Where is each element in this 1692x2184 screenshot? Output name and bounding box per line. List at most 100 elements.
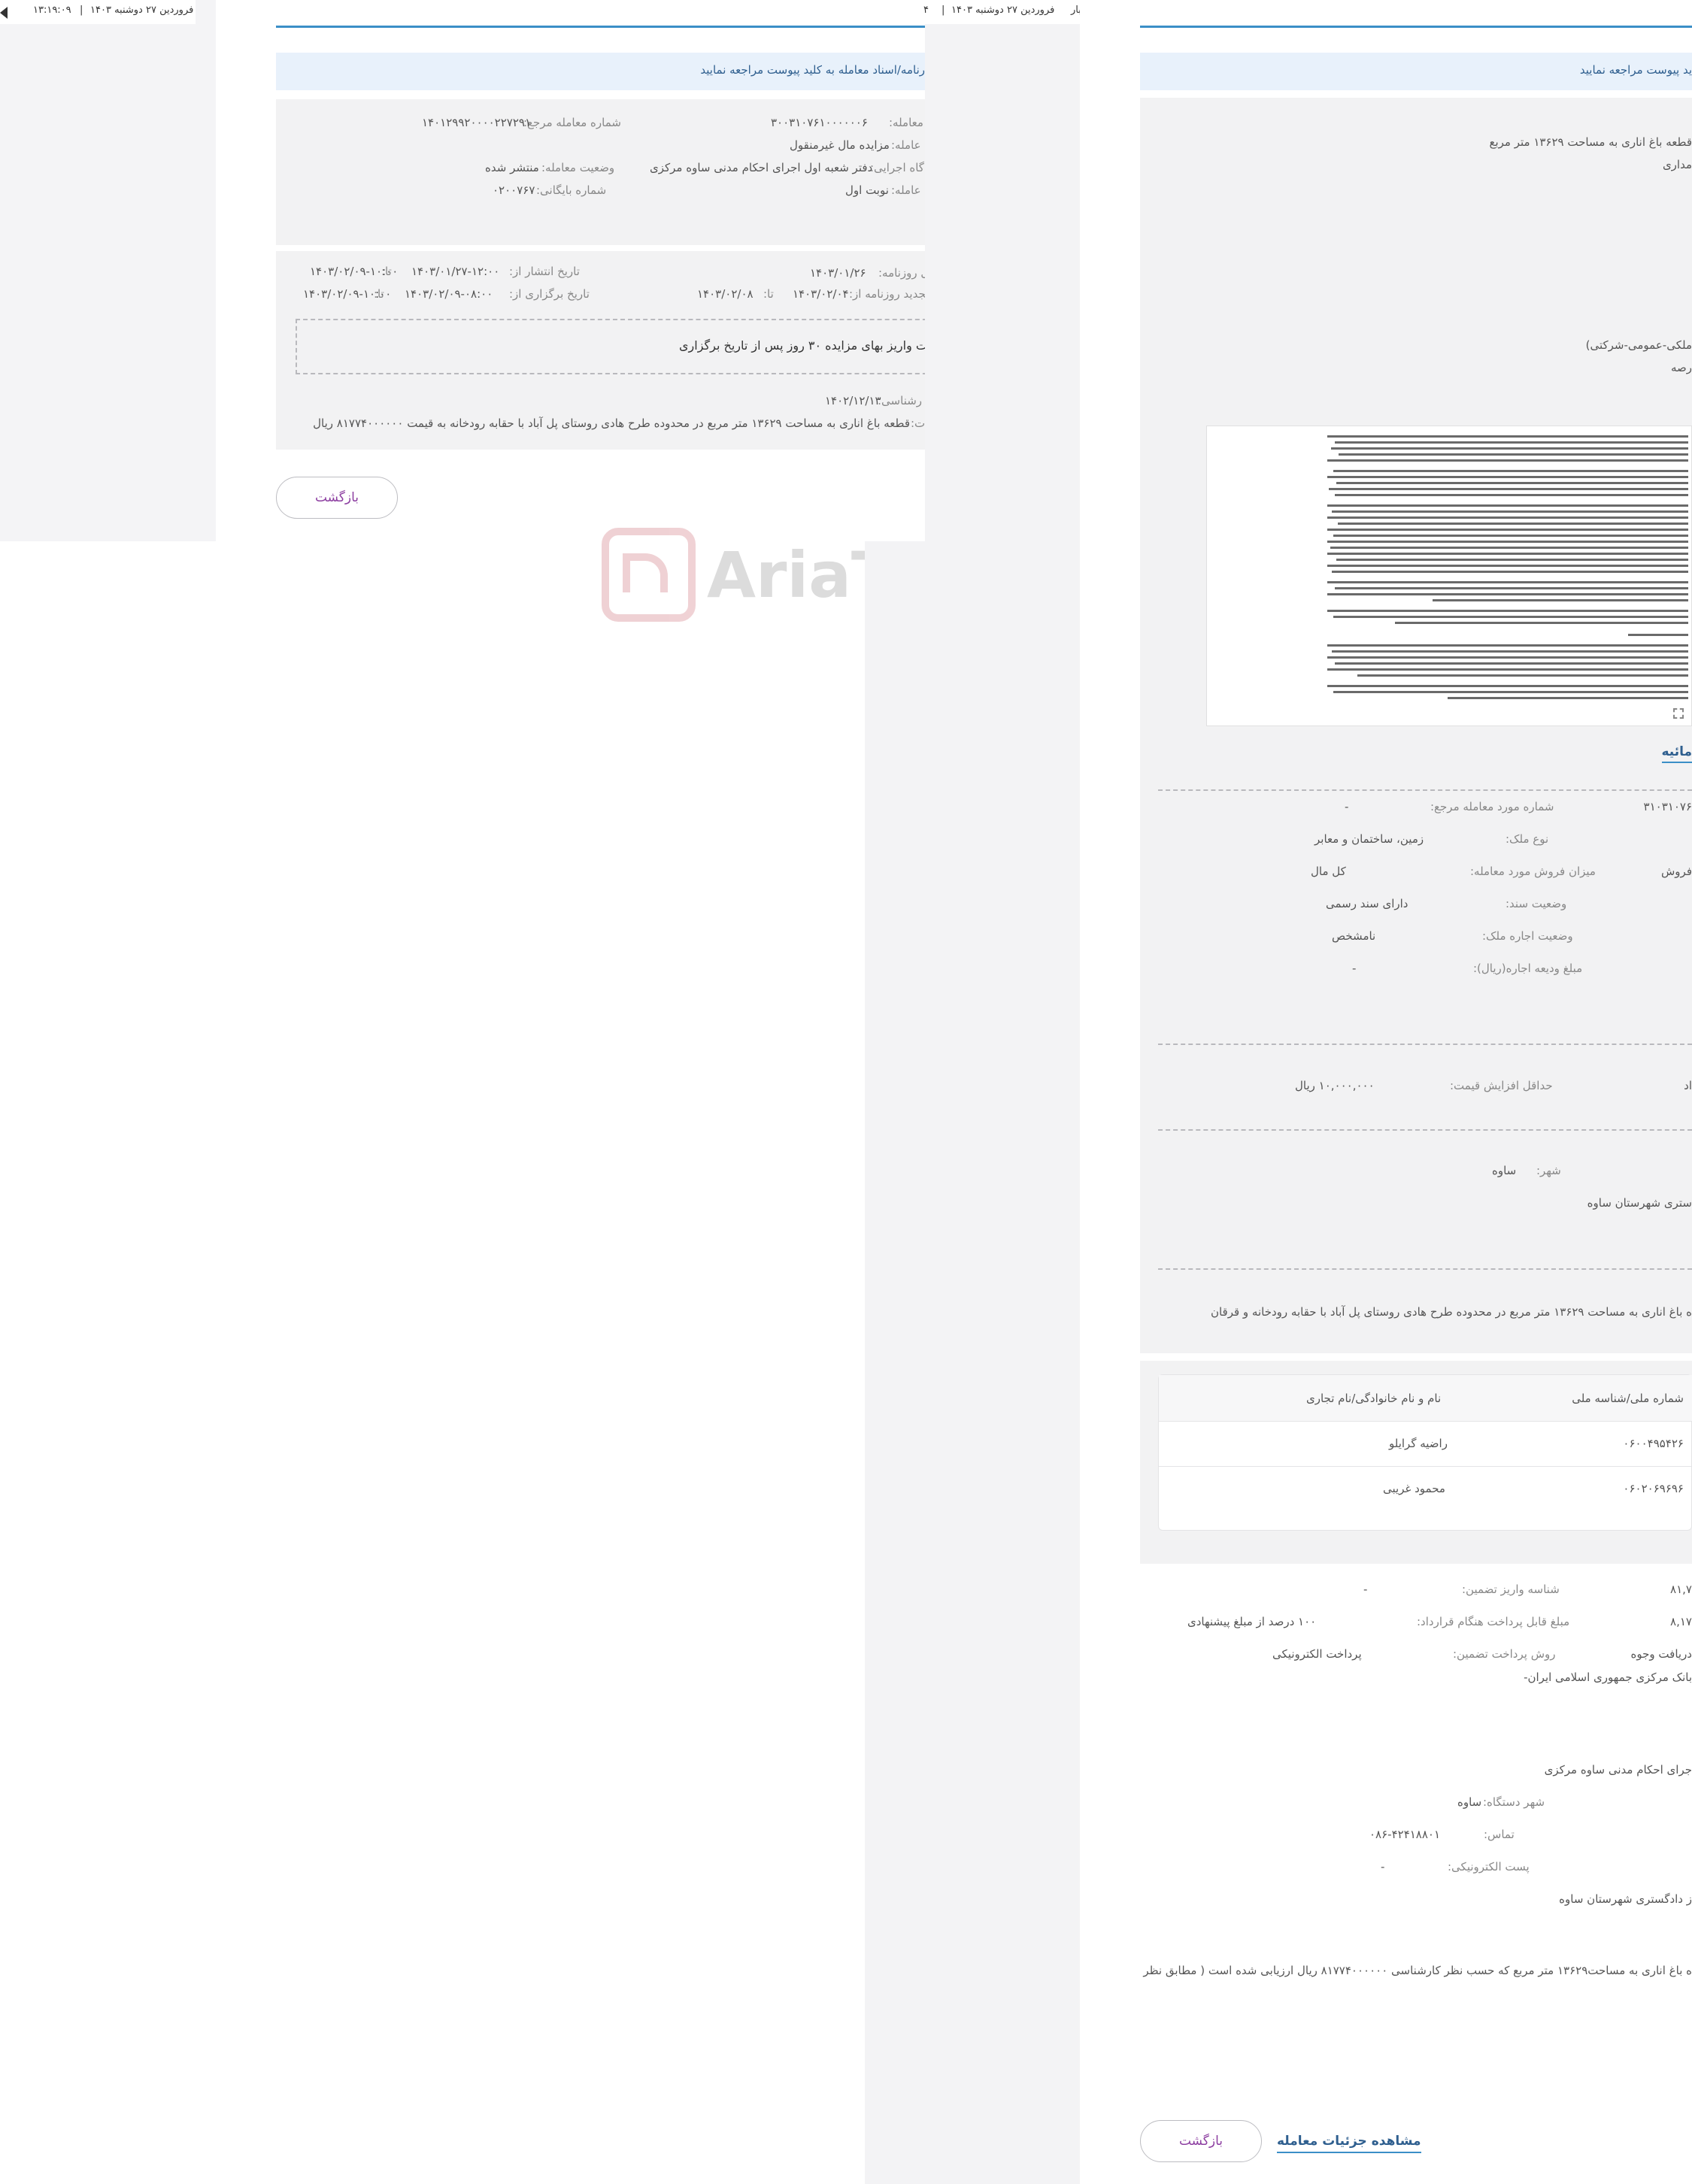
- dates-panel: گهی روزنامه: ۱۴۰۳/۰۱/۲۶ تاریخ انتشار از:…: [276, 251, 925, 450]
- deposit-label: مبلغ ودیعه اجاره(ریال):: [1473, 962, 1583, 975]
- email-value: -: [1381, 1860, 1385, 1874]
- notice-bar: رنامه/اسناد معامله به کلید پیوست مراجعه …: [276, 53, 925, 90]
- middle-topbar-trail: ۴: [923, 5, 929, 16]
- table-row: ۰۶۰۲۰۶۹۶۹۶ محمود غریبی: [1159, 1467, 1692, 1512]
- cell-name: راضیه گرایلو: [1389, 1437, 1448, 1450]
- deal-label: معامله:: [889, 116, 923, 129]
- doc-status-label: وضعیت سند:: [1506, 897, 1567, 910]
- middle-page: رنامه/اسناد معامله به کلید پیوست مراجعه …: [216, 0, 925, 541]
- renew-to-label: تا:: [763, 287, 774, 301]
- amount-value: کل مال: [1311, 865, 1346, 878]
- org-label: گاه اجرایی:: [870, 161, 924, 174]
- renew-to: ۱۴۰۳/۰۲/۰۸: [697, 287, 754, 301]
- home-icon[interactable]: [0, 7, 8, 19]
- ref-item-value: -: [1345, 800, 1349, 813]
- ref-item-label: شماره مورد معامله مرجع:: [1430, 800, 1554, 813]
- receive-cut: دریافت وجوه: [1630, 1647, 1692, 1661]
- guarantee-id-label: شناسه واریز تضمین:: [1462, 1583, 1560, 1596]
- cell-national-id: ۰۶۰۲۰۶۹۶۹۶: [1623, 1482, 1684, 1495]
- divider-4: [1158, 1268, 1692, 1270]
- archive-label: شماره بایگانی:: [536, 183, 607, 197]
- property-type-value: زمین، ساختمان و معابر: [1314, 832, 1424, 846]
- right-notice-text: ید پیوست مراجعه نمایید: [1579, 63, 1692, 77]
- email-label: پست الکترونیکی:: [1448, 1860, 1530, 1874]
- hold-label: تاریخ برگزاری از:: [509, 287, 590, 301]
- amount-label: میزان فروش مورد معامله:: [1470, 865, 1596, 878]
- right-top-rule: [1140, 26, 1692, 28]
- archive-value: ۰۲۰۰۷۶۷: [493, 183, 535, 197]
- pub-to: ۱۴۰۳/۰۲/۰۹-۱۰:۰۰: [310, 265, 399, 278]
- right-notice-bar: ید پیوست مراجعه نمایید: [1140, 53, 1692, 90]
- left-topbar-time: ۱۳:۱۹:۰۹: [33, 5, 71, 16]
- left-topbar-sep: |: [80, 5, 83, 16]
- bank-cut: بانک مرکزی جمهوری اسلامی ایران-: [1524, 1671, 1692, 1684]
- payment-cut: ۸,۱۷: [1670, 1615, 1692, 1628]
- left-topbar-date: فروردین ۲۷ دوشنبه ۱۴۰۳: [90, 5, 194, 16]
- deposit-value: -: [1352, 962, 1357, 975]
- deal-value: ۳۰۰۳۱۰۷۶۱۰۰۰۰۰۰۶: [771, 116, 868, 129]
- notice-text: رنامه/اسناد معامله به کلید پیوست مراجعه …: [700, 63, 925, 77]
- deadline-text: مهلت واریز بهای مزایده ۳۰ روز پس از تاری…: [679, 338, 925, 353]
- expert-label: رشناسی:: [878, 394, 923, 407]
- intro-line2: مداری: [1662, 158, 1692, 171]
- table-row: ۰۶۰۰۴۹۵۴۲۶ راضیه گرایلو: [1159, 1422, 1692, 1467]
- back-button[interactable]: بازگشت: [276, 477, 398, 519]
- org-value: دفتر شعبه اول اجرای احکام مدنی ساوه مرکز…: [650, 161, 873, 174]
- turn-label: عامله:: [891, 183, 921, 197]
- middle-topbar-date: فروردین ۲۷ دوشنبه ۱۴۰۳: [951, 5, 1055, 16]
- guarantee-cut: ۸۱,۷: [1670, 1583, 1692, 1596]
- final-note: ه باغ اناری به مساحت۱۳۶۲۹ متر مربع که حس…: [1143, 1964, 1692, 1977]
- property-type-label: نوع ملک:: [1506, 832, 1549, 846]
- sale-cut: فروش: [1660, 865, 1692, 878]
- document-text-lines: [1327, 435, 1688, 699]
- renew-from: ۱۴۰۳/۰۲/۰۴: [793, 287, 849, 301]
- left-page-strip: [0, 0, 216, 541]
- ref-value: ۱۴۰۱۲۹۹۲۰۰۰۰۲۲۷۲۹۱: [422, 116, 532, 129]
- hold-to: ۱۴۰۳/۰۲/۰۹-۱۰:۰۰: [303, 287, 392, 301]
- divider-3: [1158, 1129, 1692, 1131]
- category-line1: ملکی-عمومی-شرکتی): [1585, 338, 1692, 352]
- status-value: منتشر شده: [485, 161, 539, 174]
- lease-status-value: نامشخص: [1332, 929, 1376, 943]
- method-label: روش پرداخت تضمین:: [1453, 1647, 1556, 1661]
- dad-cut: اد: [1684, 1079, 1692, 1092]
- divider-1: [1158, 789, 1692, 791]
- phone-value: ۰۸۶-۴۲۴۱۸۸۰۱: [1369, 1828, 1441, 1841]
- hold-from: ۱۴۰۳/۰۲/۰۹-۰۸:۰۰: [405, 287, 493, 301]
- payment-label: مبلغ قابل پرداخت هنگام قرارداد:: [1417, 1615, 1570, 1628]
- right-back-button[interactable]: بازگشت: [1140, 2120, 1262, 2162]
- document-preview-image[interactable]: [1206, 426, 1692, 726]
- section-title-underline: [1662, 762, 1692, 763]
- lease-status-label: وضعیت اجاره ملک:: [1482, 929, 1573, 943]
- deal-details-link[interactable]: مشاهده جزئیات معامله: [1277, 2134, 1421, 2153]
- pub-from: ۱۴۰۳/۰۱/۲۷-۱۲:۰۰: [411, 265, 500, 278]
- section-gap-1: [1140, 1564, 1692, 1565]
- court2-cut: ز دادگستری شهرستان ساوه: [1559, 1892, 1692, 1906]
- cell-name: محمود غریبی: [1383, 1482, 1445, 1495]
- section-gap-3: [1140, 1943, 1692, 1944]
- table-header: شماره ملی/شناسه ملی نام و نام خانوادگی/ن…: [1159, 1375, 1692, 1422]
- middle-topbar-sep: |: [942, 5, 945, 16]
- divider-2: [1158, 1044, 1692, 1045]
- type-value: مزایده مال غیرمنقول: [790, 138, 890, 152]
- desc-label: ت:: [911, 417, 925, 430]
- middle-top-rule: [276, 26, 925, 28]
- right-description: ه باغ اناری به مساحت ۱۳۶۲۹ متر مربع در م…: [1210, 1305, 1692, 1319]
- desc-value: قطعه باغ اناری به مساحت ۱۳۶۲۹ متر مربع د…: [313, 417, 910, 430]
- phone-label: تماس:: [1484, 1828, 1515, 1841]
- deadline-box: مهلت واریز بهای مزایده ۳۰ روز پس از تاری…: [296, 319, 925, 374]
- pub-label: تاریخ انتشار از:: [509, 265, 580, 278]
- guarantee-id-value: -: [1363, 1583, 1368, 1596]
- page-gutter: [865, 541, 1080, 2184]
- office-city-label: شهر دستگاه:: [1483, 1795, 1545, 1809]
- ref-label: شماره معامله مرجع:: [523, 116, 621, 129]
- expand-icon[interactable]: [1673, 708, 1684, 719]
- header-name: نام و نام خانوادگی/نام تجاری: [1306, 1392, 1442, 1405]
- city-label: شهر:: [1536, 1164, 1561, 1177]
- doc-status-value: دارای سند رسمی: [1326, 897, 1408, 910]
- status-label: وضعیت معامله:: [541, 161, 615, 174]
- category-line2: رصه: [1670, 361, 1692, 374]
- city-value: ساوه: [1492, 1164, 1517, 1177]
- parties-table: شماره ملی/شناسه ملی نام و نام خانوادگی/ن…: [1158, 1374, 1692, 1531]
- office-city-value: ساوه: [1457, 1795, 1482, 1809]
